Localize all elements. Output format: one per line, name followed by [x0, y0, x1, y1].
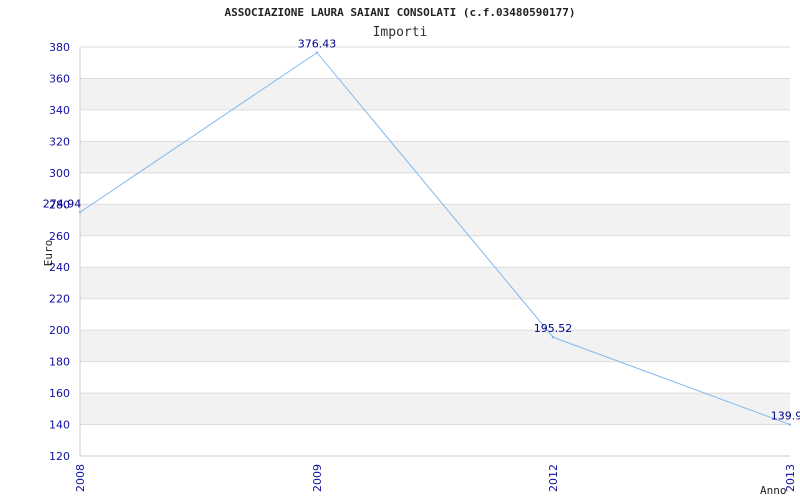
- grid-band: [80, 141, 790, 173]
- y-tick-label: 140: [49, 419, 70, 432]
- grid-band: [80, 204, 790, 236]
- grid-band: [80, 235, 790, 268]
- grid-bands: [80, 47, 790, 456]
- grid-band: [80, 361, 790, 394]
- y-tick-label: 380: [49, 41, 70, 54]
- x-tick-label: 2012: [547, 464, 560, 492]
- grid-band: [80, 393, 790, 425]
- grid-band: [80, 78, 790, 110]
- y-tick-label: 360: [49, 72, 70, 85]
- x-tick-label: 2009: [311, 464, 324, 492]
- line-chart: 1201401601802002202402602803003203403603…: [42, 38, 800, 497]
- data-point: [788, 423, 792, 426]
- data-point: [551, 336, 555, 339]
- data-point: [78, 211, 82, 214]
- x-tick-label: 2008: [74, 464, 87, 492]
- grid-band: [80, 267, 790, 299]
- y-tick-label: 220: [49, 293, 70, 306]
- y-tick-label: 180: [49, 356, 70, 369]
- data-label: 139.99: [771, 410, 800, 423]
- x-axis-ticks: 2008 2009 2012 2013: [74, 464, 797, 492]
- grid-band: [80, 47, 790, 79]
- grid-band: [80, 424, 790, 456]
- data-label: 376.43: [298, 38, 337, 51]
- y-tick-label: 160: [49, 387, 70, 400]
- y-tick-label: 200: [49, 324, 70, 337]
- x-axis-label: Anno: [760, 484, 787, 497]
- y-tick-label: 320: [49, 135, 70, 148]
- grid-band: [80, 172, 790, 205]
- grid-band: [80, 330, 790, 362]
- y-tick-label: 300: [49, 167, 70, 180]
- y-tick-label: 120: [49, 450, 70, 463]
- y-tick-label: 340: [49, 104, 70, 117]
- data-point: [315, 51, 319, 54]
- data-label: 274.94: [43, 197, 82, 210]
- data-label: 195.52: [534, 322, 573, 335]
- grid-band: [80, 109, 790, 142]
- y-axis-label: Euro: [42, 240, 55, 267]
- grid-band: [80, 298, 790, 331]
